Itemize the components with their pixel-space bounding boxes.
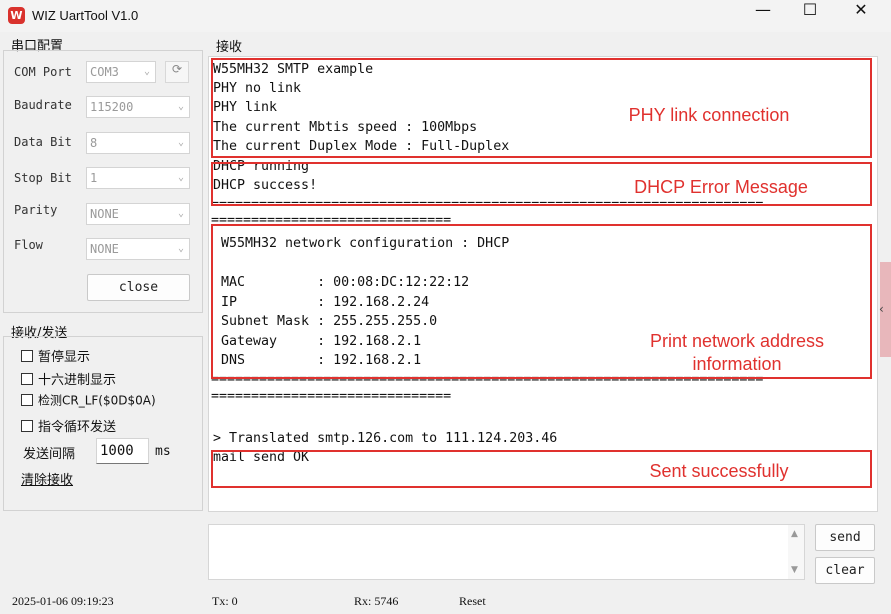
stop-bit-value: 1 (90, 171, 98, 185)
clear-receive-link[interactable]: 清除接收 (21, 469, 73, 488)
dhcp-annotation-label: DHCP Error Message (634, 177, 808, 197)
phy-annotation-label: PHY link connection (628, 105, 790, 125)
pause-display-option[interactable]: 暂停显示 (21, 346, 91, 365)
window-title: WIZ UartTool V1.0 (32, 8, 139, 23)
loop-send-label: 指令循环发送 (38, 420, 117, 435)
pause-display-label: 暂停显示 (38, 350, 91, 365)
com-port-label: COM Port (14, 65, 72, 79)
detect-crlf-checkbox[interactable] (21, 393, 33, 406)
minimize-button[interactable]: — (740, 0, 786, 30)
network-annotation-label: Print network address information (649, 331, 825, 374)
close-port-button[interactable]: close (87, 274, 190, 301)
receive-line: ============================== (211, 389, 452, 404)
chevron-down-icon: ⌄ (177, 137, 184, 148)
hex-display-label: 十六进制显示 (38, 373, 117, 388)
maximize-button[interactable]: ☐ (787, 0, 833, 30)
close-window-button[interactable]: ✕ (838, 0, 884, 30)
com-port-select[interactable]: COM3 ⌄ (86, 61, 156, 83)
send-interval-input[interactable]: 1000 (96, 438, 149, 464)
hex-display-checkbox[interactable] (21, 372, 33, 385)
refresh-icon[interactable]: ⟳ (165, 61, 189, 83)
chevron-down-icon: ⌄ (177, 101, 184, 112)
receive-line: > Translated smtp.126.com to 111.124.203… (213, 431, 558, 446)
pause-display-checkbox[interactable] (21, 349, 33, 362)
chevron-down-icon: ⌄ (177, 172, 184, 183)
send-button[interactable]: send (815, 524, 875, 551)
status-tx-count: Tx: 0 (212, 594, 238, 608)
baudrate-label: Baudrate (14, 98, 72, 112)
reset-button[interactable]: Reset (459, 594, 486, 609)
stop-bit-label: Stop Bit (14, 171, 72, 185)
send-interval-unit: ms (155, 444, 171, 459)
app-logo-icon: W (8, 7, 25, 24)
scroll-up-icon[interactable]: ▲ (791, 529, 798, 539)
status-datetime: 2025-01-06 09:19:23 (12, 594, 114, 608)
receive-textarea[interactable]: W55MH32 SMTP example PHY no link PHY lin… (208, 56, 878, 512)
detect-crlf-option[interactable]: 检测CR_LF($0D$0A) (21, 391, 156, 409)
chevron-down-icon: ⌄ (177, 208, 184, 219)
parity-select[interactable]: NONE ⌄ (86, 203, 190, 225)
data-bit-label: Data Bit (14, 135, 72, 149)
data-bit-select[interactable]: 8 ⌄ (86, 132, 190, 154)
hex-display-option[interactable]: 十六进制显示 (21, 369, 117, 388)
data-bit-value: 8 (90, 136, 98, 150)
send-interval-label: 发送间隔 (23, 447, 76, 462)
loop-send-option[interactable]: 指令循环发送 (21, 416, 117, 435)
send-input[interactable] (208, 524, 805, 580)
flow-value: NONE (90, 242, 119, 256)
baudrate-select[interactable]: 115200 ⌄ (86, 96, 190, 118)
flow-select[interactable]: NONE ⌄ (86, 238, 190, 260)
clear-button[interactable]: clear (815, 557, 875, 584)
chevron-down-icon: ⌄ (143, 66, 150, 77)
status-rx-count: Rx: 5746 (354, 594, 399, 608)
detect-crlf-label: 检测CR_LF($0D$0A) (38, 393, 156, 408)
scroll-down-icon[interactable]: ▼ (791, 565, 798, 575)
parity-value: NONE (90, 207, 119, 221)
chevron-down-icon: ⌄ (177, 243, 184, 254)
parity-label: Parity (14, 203, 58, 217)
loop-send-checkbox[interactable] (21, 419, 33, 432)
chevron-left-icon[interactable]: ‹ (879, 302, 884, 316)
send-scrollbar[interactable]: ▲ ▼ (788, 525, 804, 579)
com-port-value: COM3 (90, 65, 119, 79)
receive-title: 接收 (216, 40, 243, 55)
baudrate-value: 115200 (90, 100, 134, 114)
stop-bit-select[interactable]: 1 ⌄ (86, 167, 190, 189)
flow-label: Flow (14, 238, 43, 252)
sent-annotation-label: Sent successfully (649, 461, 789, 481)
